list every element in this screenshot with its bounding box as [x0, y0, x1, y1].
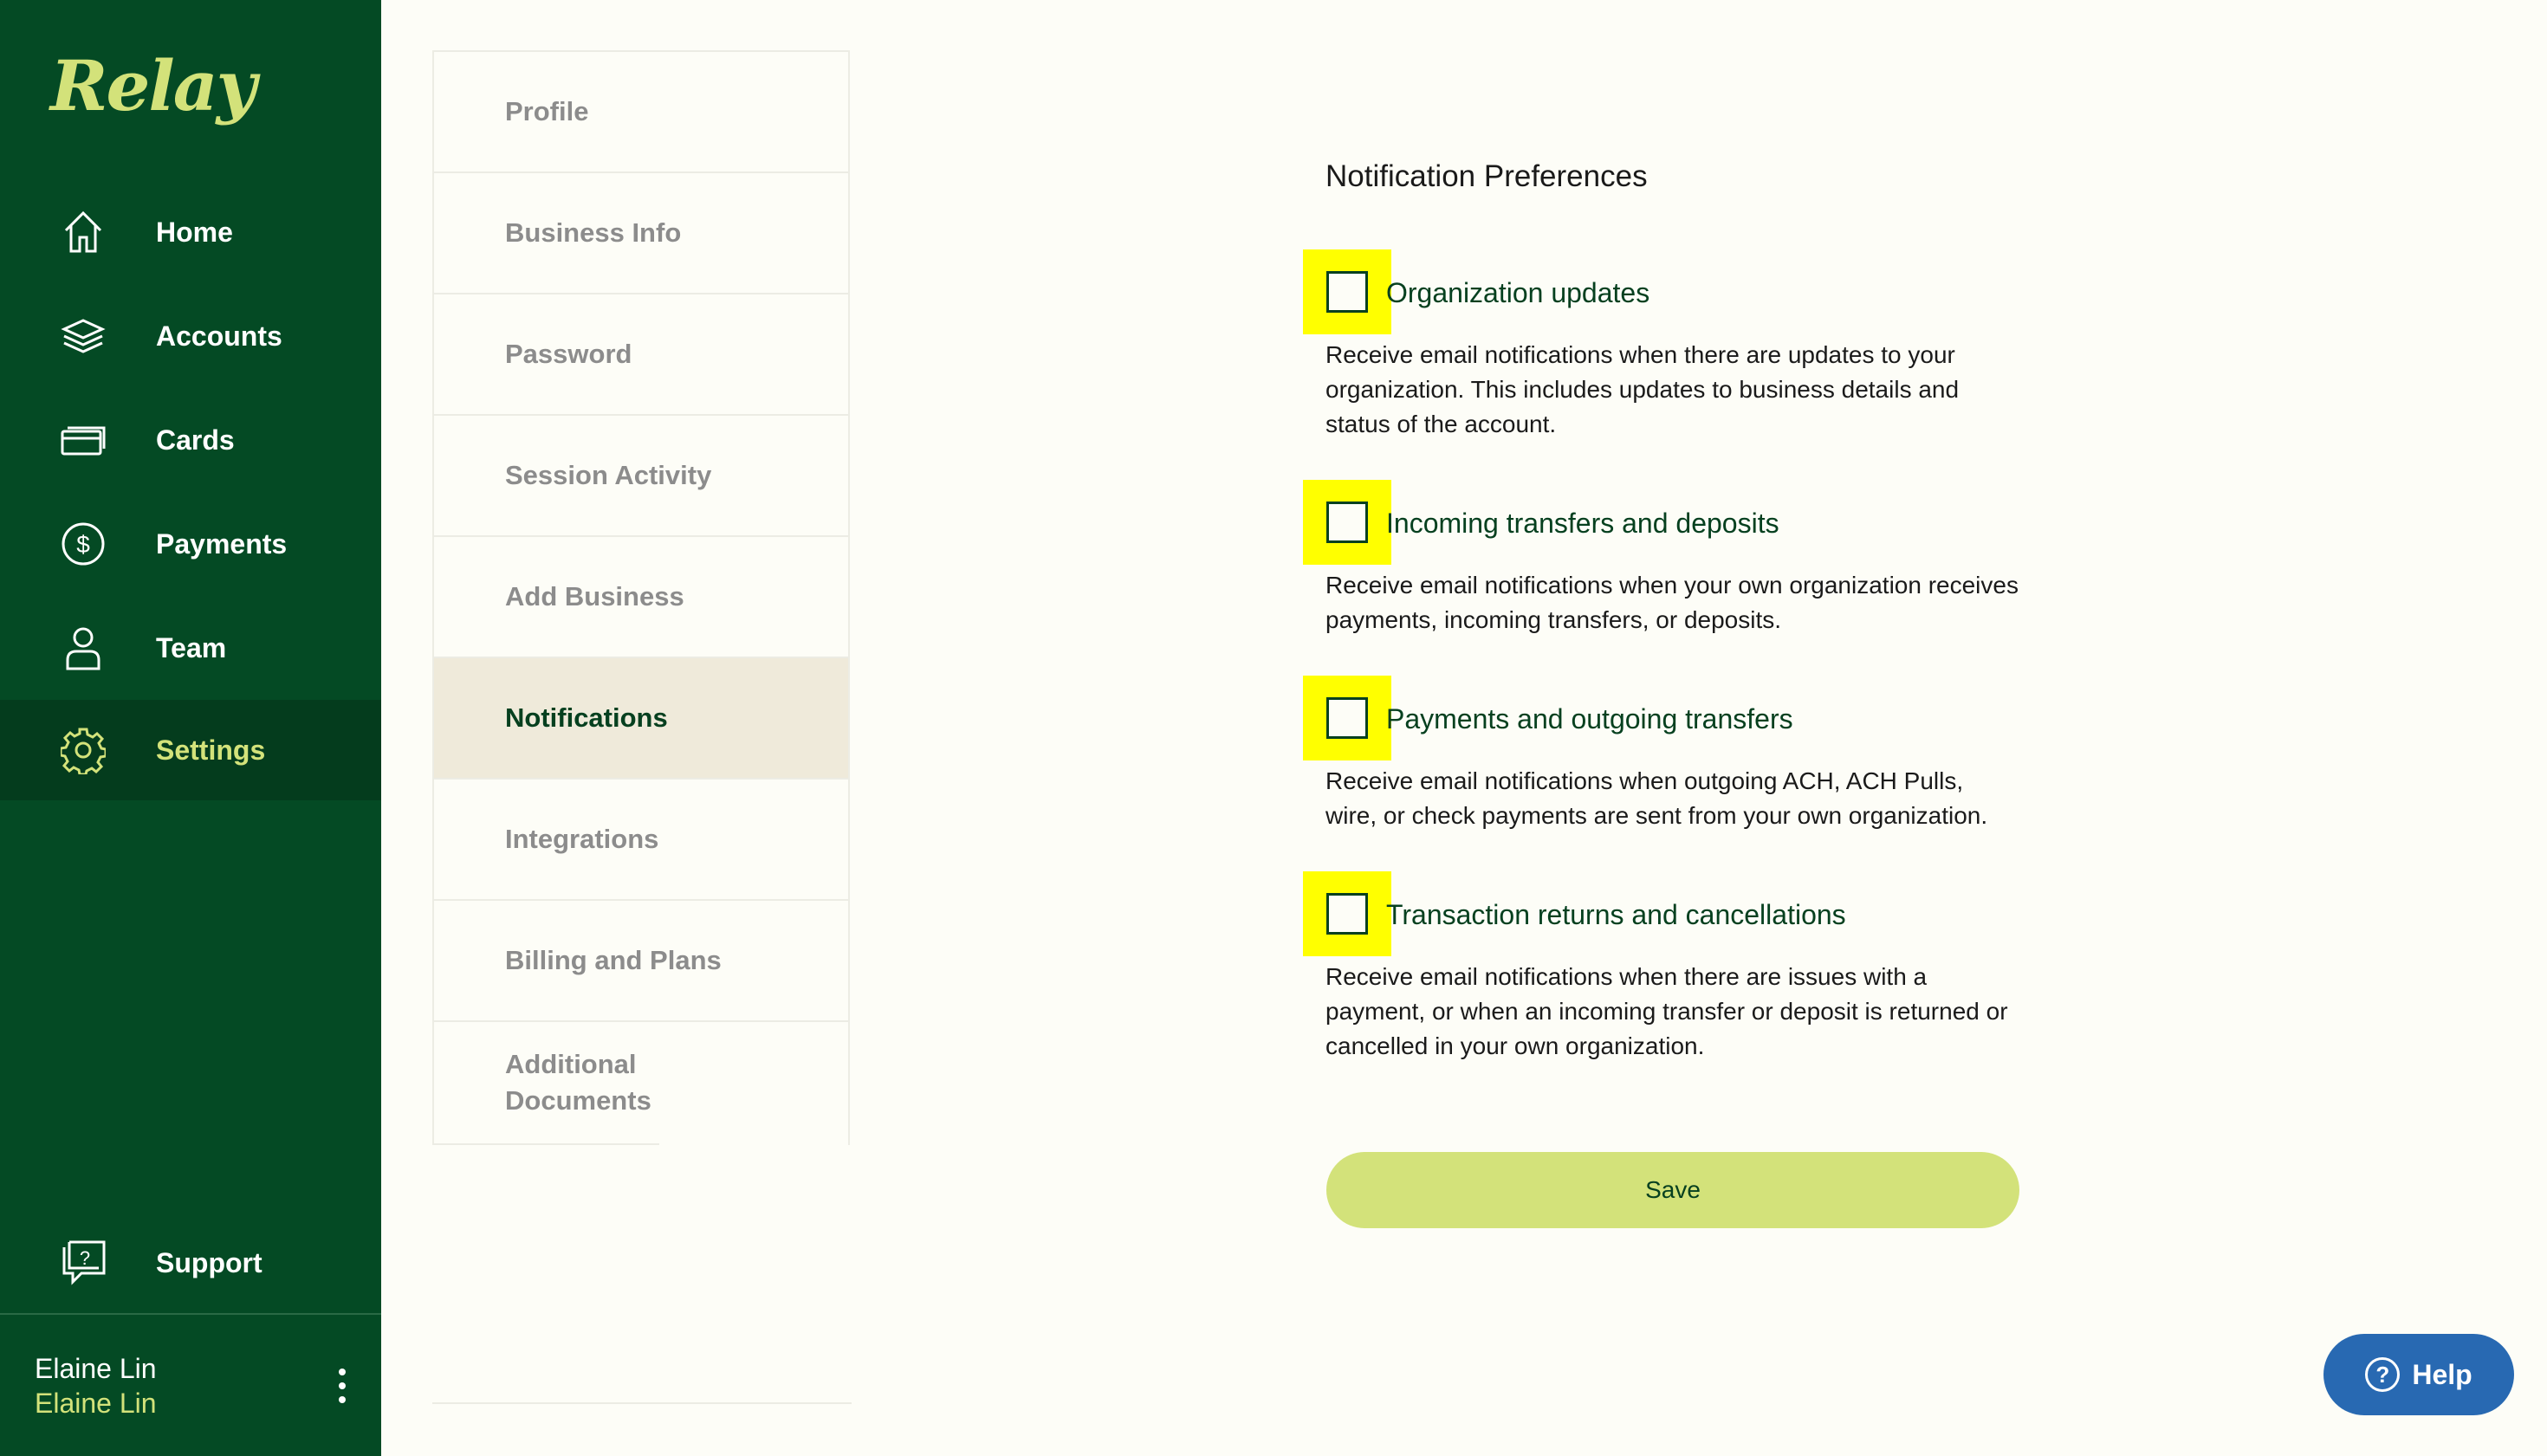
user-name: Elaine Lin — [35, 1353, 157, 1384]
sidebar-item-label: Payments — [156, 527, 288, 560]
sidebar-item-settings[interactable]: Settings — [0, 700, 381, 800]
preference-description: Receive email notifications when your ow… — [1325, 572, 2019, 633]
card-icon — [61, 416, 106, 464]
sidebar-item-home[interactable]: Home — [0, 182, 381, 282]
save-button[interactable]: Save — [1326, 1152, 2019, 1228]
help-chat-icon: ? — [61, 1239, 106, 1287]
layers-icon — [61, 312, 106, 360]
checkbox-highlight — [1303, 871, 1391, 956]
preference-label[interactable]: Incoming transfers and deposits — [1386, 508, 1779, 540]
page-title: Notification Preferences — [1325, 159, 1648, 193]
sidebar-item-cards[interactable]: Cards — [0, 390, 381, 490]
sidebar-divider — [0, 1313, 381, 1315]
svg-text:$: $ — [76, 531, 90, 558]
sidebar-item-label: Team — [156, 631, 227, 663]
user-menu-kebab-icon[interactable] — [329, 1369, 355, 1403]
subnav-item-business-info[interactable]: Business Info — [434, 173, 848, 294]
sidebar-item-label: Support — [156, 1246, 262, 1278]
sidebar-item-label: Accounts — [156, 320, 282, 352]
organization-updates-checkbox[interactable] — [1326, 271, 1368, 313]
settings-subnav: Profile Business Info Password Session A… — [432, 50, 850, 1145]
business-name: Elaine Lin — [35, 1388, 157, 1419]
gear-icon — [61, 726, 106, 774]
transaction-returns-checkbox[interactable] — [1326, 893, 1368, 935]
checkbox-highlight — [1303, 249, 1391, 334]
subnav-item-password[interactable]: Password — [434, 294, 848, 416]
help-label: Help — [2412, 1358, 2472, 1390]
question-circle-icon: ? — [2365, 1357, 2401, 1392]
preference-description: Receive email notifications when there a… — [1325, 341, 1960, 437]
sidebar-item-label: Cards — [156, 424, 235, 456]
subnav-item-add-business[interactable]: Add Business — [434, 537, 848, 658]
subnav-divider — [432, 1402, 852, 1404]
preference-description: Receive email notifications when there a… — [1325, 963, 2008, 1059]
subnav-item-notifications[interactable]: Notifications — [434, 658, 848, 780]
svg-text:?: ? — [80, 1247, 90, 1269]
sidebar: Relay Home Accounts Cards $ Payments Tea… — [0, 0, 381, 1456]
sidebar-item-accounts[interactable]: Accounts — [0, 286, 381, 386]
preference-label[interactable]: Payments and outgoing transfers — [1386, 703, 1793, 735]
subnav-item-integrations[interactable]: Integrations — [434, 780, 848, 901]
subnav-item-additional-documents[interactable]: Additional Documents — [434, 1022, 659, 1145]
checkbox-highlight — [1303, 676, 1391, 760]
checkbox-highlight — [1303, 480, 1391, 565]
sidebar-item-label: Settings — [156, 734, 266, 766]
subnav-item-billing-and-plans[interactable]: Billing and Plans — [434, 901, 848, 1022]
payments-outgoing-checkbox[interactable] — [1326, 697, 1368, 739]
subnav-item-profile[interactable]: Profile — [434, 52, 848, 173]
help-button[interactable]: ? Help — [2323, 1334, 2514, 1415]
home-icon — [61, 208, 106, 256]
incoming-transfers-checkbox[interactable] — [1326, 502, 1368, 543]
dollar-circle-icon: $ — [61, 520, 106, 568]
sidebar-item-payments[interactable]: $ Payments — [0, 494, 381, 594]
person-icon — [61, 624, 106, 672]
preference-label[interactable]: Transaction returns and cancellations — [1386, 899, 1846, 931]
preference-label[interactable]: Organization updates — [1386, 277, 1649, 309]
sidebar-item-support[interactable]: ? Support — [0, 1213, 381, 1313]
subnav-item-session-activity[interactable]: Session Activity — [434, 416, 848, 537]
preference-description: Receive email notifications when outgoin… — [1325, 767, 1988, 829]
sidebar-item-label: Home — [156, 216, 233, 248]
sidebar-item-team[interactable]: Team — [0, 598, 381, 698]
relay-logo[interactable]: Relay — [50, 45, 256, 126]
